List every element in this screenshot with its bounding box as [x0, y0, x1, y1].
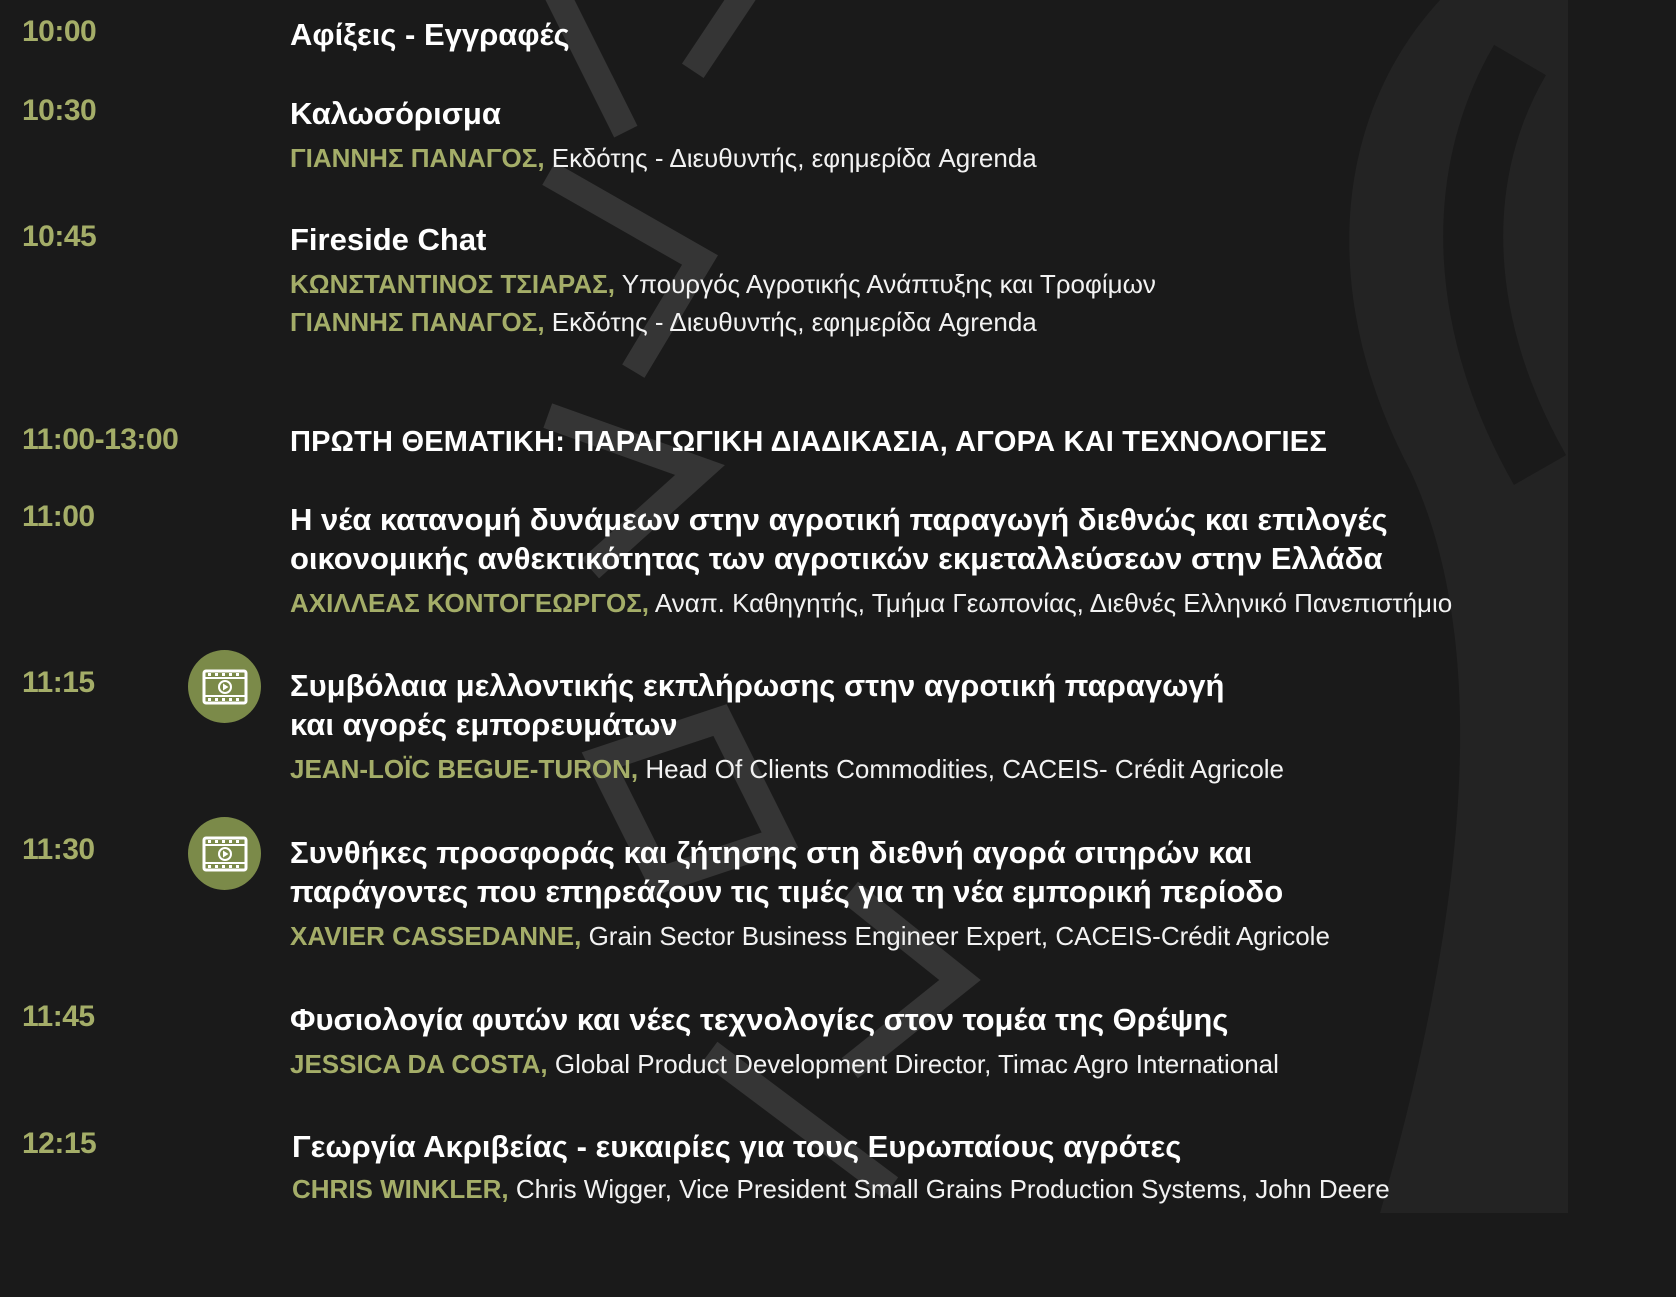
agenda-title: Αφίξεις - Εγγραφές: [290, 15, 1564, 54]
agenda-content: Fireside Chat ΚΩΝΣΤΑΝΤΙΝΟΣ ΤΣΙΑΡΑΣ, Υπου…: [290, 220, 1564, 341]
speaker-role: Grain Sector Business Engineer Expert, C…: [581, 921, 1330, 951]
agenda-content: Συμβόλαια μελλοντικής εκπλήρωσης στην αγ…: [290, 666, 1564, 788]
agenda-title-line: Γεωργία Ακριβείας - ευκαιρίες για τους Ε…: [292, 1129, 1182, 1164]
agenda-title-line: Συμβόλαια μελλοντικής εκπλήρωσης στην αγ…: [290, 668, 1225, 703]
speaker-line: JEAN-LOÏC BEGUE-TURON, Head Of Clients C…: [290, 750, 1564, 788]
speaker-name: ΑΧΙΛΛΕΑΣ ΚΟΝΤΟΓΕΩΡΓΟΣ,: [290, 588, 650, 618]
agenda-title-line: και αγορές εμπορευμάτων: [290, 707, 678, 742]
speaker-name: ΓΙΑΝΝΗΣ ΠΑΝΑΓΟΣ,: [290, 143, 545, 173]
speaker-name: CHRIS WINKLER,: [292, 1174, 509, 1204]
speaker-role: Global Product Development Director, Tim…: [547, 1049, 1279, 1079]
speaker-role: Εκδότης - Διευθυντής, εφημερίδα Agrenda: [544, 307, 1037, 337]
agenda-title: Καλωσόρισμα: [290, 94, 1564, 133]
agenda-title-line: Αφίξεις - Εγγραφές: [290, 17, 570, 52]
agenda-title: Συνθήκες προσφοράς και ζήτησης στη διεθν…: [290, 833, 1564, 911]
speaker-line: ΓΙΑΝΝΗΣ ΠΑΝΑΓΟΣ, Εκδότης - Διευθυντής, ε…: [290, 303, 1564, 341]
agenda-content: ΠΡΩΤΗ ΘΕΜΑΤΙΚΗ: ΠΑΡΑΓΩΓΙΚΗ ΔΙΑΔΙΚΑΣΙΑ, Α…: [290, 423, 1564, 462]
agenda-title: Φυσιολογία φυτών και νέες τεχνολογίες στ…: [290, 1000, 1564, 1039]
speaker-role: Αναπ. Καθηγητής, Τμήμα Γεωπονίας, Διεθνέ…: [649, 588, 1453, 618]
speaker-line: JESSICA DA COSTA, Global Product Develop…: [290, 1045, 1564, 1083]
agenda-time: 11:15: [22, 666, 95, 699]
agenda-content: Καλωσόρισμα ΓΙΑΝΝΗΣ ΠΑΝΑΓΟΣ, Εκδότης - Δ…: [290, 94, 1564, 177]
agenda-time: 11:00-13:00: [22, 423, 179, 456]
speaker-name: JESSICA DA COSTA,: [290, 1049, 548, 1079]
agenda-title: Γεωργία Ακριβείας - ευκαιρίες για τους Ε…: [292, 1127, 1564, 1166]
agenda-title-line: παράγοντες που επηρεάζουν τις τιμές για …: [290, 874, 1284, 909]
video-badge[interactable]: [188, 650, 261, 723]
agenda-title-line: Fireside Chat: [290, 222, 487, 257]
agenda-title: Fireside Chat: [290, 220, 1564, 259]
agenda-time: 10:30: [22, 94, 97, 127]
agenda-time: 12:15: [22, 1127, 97, 1160]
agenda-title-line: Φυσιολογία φυτών και νέες τεχνολογίες στ…: [290, 1002, 1229, 1037]
agenda-time: 11:45: [22, 1000, 95, 1033]
agenda-title: Συμβόλαια μελλοντικής εκπλήρωσης στην αγ…: [290, 666, 1564, 744]
agenda-content: Συνθήκες προσφοράς και ζήτησης στη διεθν…: [290, 833, 1564, 955]
agenda-title-line: Συνθήκες προσφοράς και ζήτησης στη διεθν…: [290, 835, 1253, 870]
speaker-name: ΚΩΝΣΤΑΝΤΙΝΟΣ ΤΣΙΑΡΑΣ,: [290, 269, 615, 299]
agenda-content: Η νέα κατανομή δυνάμεων στην αγροτική πα…: [290, 500, 1564, 622]
agenda-title: Η νέα κατανομή δυνάμεων στην αγροτική πα…: [290, 500, 1564, 578]
speaker-line: XAVIER CASSEDANNE, Grain Sector Business…: [290, 917, 1564, 955]
agenda-content: Γεωργία Ακριβείας - ευκαιρίες για τους Ε…: [292, 1127, 1564, 1208]
speaker-line: ΑΧΙΛΛΕΑΣ ΚΟΝΤΟΓΕΩΡΓΟΣ, Αναπ. Καθηγητής, …: [290, 584, 1564, 622]
agenda-title-line: οικονομικής ανθεκτικότητας των αγροτικών…: [290, 541, 1383, 576]
agenda-time: 11:00: [22, 500, 95, 533]
film-play-icon: [202, 669, 247, 704]
speaker-name: ΓΙΑΝΝΗΣ ΠΑΝΑΓΟΣ,: [290, 307, 545, 337]
agenda-title-line: ΠΡΩΤΗ ΘΕΜΑΤΙΚΗ: ΠΑΡΑΓΩΓΙΚΗ ΔΙΑΔΙΚΑΣΙΑ, Α…: [290, 426, 1327, 458]
speaker-line: ΓΙΑΝΝΗΣ ΠΑΝΑΓΟΣ, Εκδότης - Διευθυντής, ε…: [290, 139, 1564, 177]
agenda-content: Αφίξεις - Εγγραφές: [290, 15, 1564, 54]
speaker-name: JEAN-LOÏC BEGUE-TURON,: [290, 754, 639, 784]
speaker-line: ΚΩΝΣΤΑΝΤΙΝΟΣ ΤΣΙΑΡΑΣ, Υπουργός Αγροτικής…: [290, 265, 1564, 303]
agenda-time: 10:45: [22, 220, 97, 253]
agenda-time: 10:00: [22, 15, 97, 48]
speaker-name: XAVIER CASSEDANNE,: [290, 921, 582, 951]
speaker-role: Head Of Clients Commodities, CACEIS- Cré…: [638, 754, 1285, 784]
agenda-content: Φυσιολογία φυτών και νέες τεχνολογίες στ…: [290, 1000, 1564, 1083]
video-badge[interactable]: [188, 817, 261, 890]
agenda-title-line: Η νέα κατανομή δυνάμεων στην αγροτική πα…: [290, 502, 1388, 537]
section-title: ΠΡΩΤΗ ΘΕΜΑΤΙΚΗ: ΠΑΡΑΓΩΓΙΚΗ ΔΙΑΔΙΚΑΣΙΑ, Α…: [290, 423, 1564, 462]
speaker-role: Chris Wigger, Vice President Small Grain…: [508, 1174, 1390, 1204]
agenda-time: 11:30: [22, 833, 95, 866]
speaker-role: Εκδότης - Διευθυντής, εφημερίδα Agrenda: [544, 143, 1037, 173]
film-play-icon: [202, 836, 247, 871]
speaker-role: Υπουργός Αγροτικής Ανάπτυξης και Τροφίμω…: [614, 269, 1156, 299]
agenda-title-line: Καλωσόρισμα: [290, 96, 501, 131]
speaker-line: CHRIS WINKLER, Chris Wigger, Vice Presid…: [292, 1170, 1564, 1208]
